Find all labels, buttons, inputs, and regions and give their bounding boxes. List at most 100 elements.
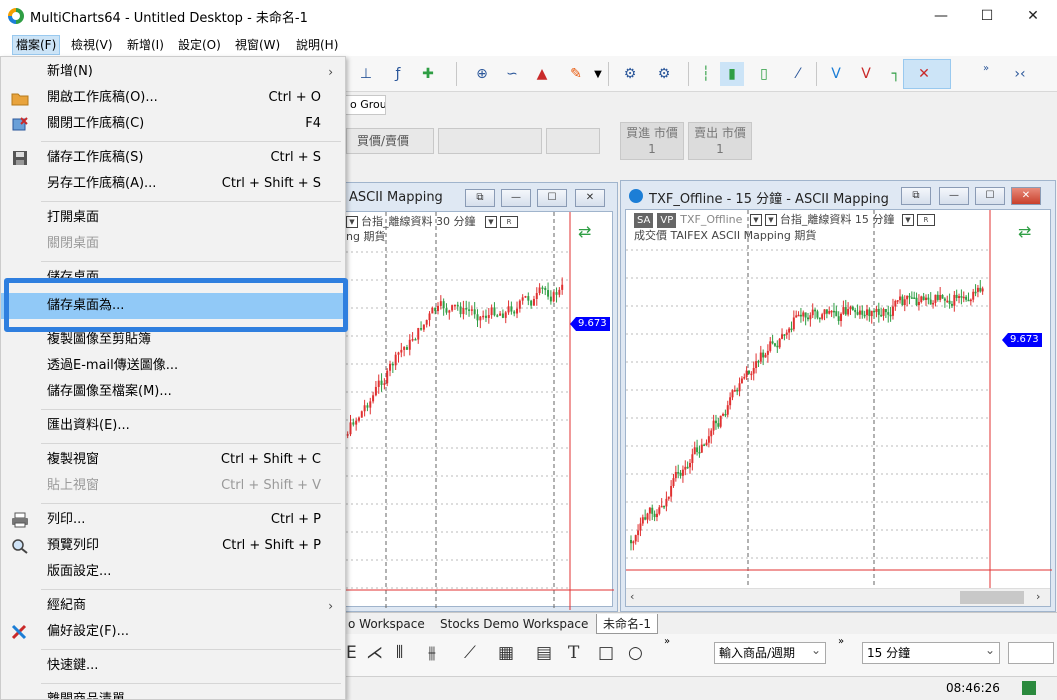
hollow-candle-icon[interactable]: ▯ <box>752 62 776 86</box>
chart-right-canvas[interactable] <box>626 210 1052 590</box>
menu-window[interactable]: 視窗(W) <box>232 35 283 55</box>
draw-fib-icon[interactable]: ⫵ <box>428 643 436 663</box>
buy-market-button[interactable]: 買進 市價 1 <box>620 122 684 160</box>
chart-right-price-tag: 9.673 <box>1002 333 1042 347</box>
bar-chart-icon[interactable]: ┆ <box>694 62 718 86</box>
menu-new[interactable]: 新增(N) › <box>1 59 345 85</box>
toolbar-overflow-icon[interactable]: » <box>664 636 670 647</box>
chart-right-close-button[interactable]: ✕ <box>1011 187 1041 205</box>
close-button[interactable]: ✕ <box>1010 0 1056 32</box>
chart-window-right[interactable]: TXF_Offline - 15 分鐘 - ASCII Mapping ⧉ — … <box>620 180 1056 612</box>
point-figure-icon[interactable]: V <box>824 62 848 86</box>
status-clock: 08:46:26 <box>946 681 1000 695</box>
menu-save-workspace-as[interactable]: 另存工作底稿(A)... Ctrl + Shift + S <box>1 171 345 197</box>
ellipse-tool-icon[interactable]: ○ <box>628 643 643 663</box>
formula-icon[interactable]: ƒ <box>386 62 410 86</box>
menu-view[interactable]: 檢視(V) <box>68 35 116 55</box>
insert-signal-icon[interactable]: ▲ <box>530 62 554 86</box>
chart-right-plot[interactable]: SA VP TXF_Offline ▼ ▼ 台指_離線資料 15 分鐘 ▼ R 成交價 T… <box>625 209 1052 607</box>
workspace-tab[interactable]: Stocks Demo Workspace <box>434 614 594 634</box>
chart-right-titlebar[interactable]: TXF_Offline - 15 分鐘 - ASCII Mapping ⧉ — … <box>621 181 1055 211</box>
arrows-collapse-icon[interactable]: ›‹ <box>1008 62 1032 86</box>
draw-e-icon[interactable]: E <box>346 643 357 663</box>
menu-close-desktop: 關閉桌面 <box>47 236 100 251</box>
sell-market-button[interactable]: 賣出 市價 1 <box>688 122 752 160</box>
menu-save-image-file[interactable]: 儲存圖像至檔案(M)... <box>1 379 345 405</box>
menu-insert[interactable]: 新增(I) <box>124 35 167 55</box>
menu-settings[interactable]: 設定(O) <box>175 35 224 55</box>
scroll-thumb[interactable] <box>960 591 1024 604</box>
kagi-icon[interactable]: V <box>854 62 878 86</box>
puzzle-icon[interactable]: ✚ <box>416 62 440 86</box>
scroll-right-icon[interactable]: › <box>1036 590 1040 603</box>
insert-study-icon[interactable]: ⊕ <box>470 62 494 86</box>
chart-analysis-icon[interactable]: ⊥ <box>354 62 378 86</box>
chart-right-hscrollbar[interactable]: ‹ › <box>626 588 1050 606</box>
submenu-arrow-icon: › <box>328 65 333 79</box>
chart-left-price-tag: 9.673 <box>570 317 610 331</box>
chart-left-minimize-button[interactable]: — <box>501 189 531 207</box>
menu-broker[interactable]: 經紀商 › <box>1 593 345 619</box>
chart-left-plot[interactable]: ▼ 台指_離線資料 30 分鐘 ▼ R ng 期貨 9.673 ⇄ <box>305 211 614 610</box>
interval-dropdown[interactable]: 15 分鐘 <box>862 640 1000 664</box>
draw-fan-icon[interactable]: ⋌ <box>366 643 383 663</box>
group-tab[interactable]: o Group <box>346 95 386 115</box>
chart-settings-icon[interactable]: ⚙ <box>652 62 676 86</box>
account-dropdown[interactable] <box>438 128 542 154</box>
toolbar-overflow-icon[interactable]: » <box>838 636 844 647</box>
workspace-tab-active[interactable]: 未命名-1 <box>596 614 658 634</box>
menu-email-image[interactable]: 透過E-mail傳送圖像... <box>1 353 345 379</box>
menu-save-workspace[interactable]: 儲存工作底稿(S) Ctrl + S <box>1 145 345 171</box>
draw-line-icon[interactable]: ⟋ <box>464 643 476 663</box>
qty-dropdown[interactable] <box>546 128 600 154</box>
chart-left-close-button[interactable]: ✕ <box>575 189 605 207</box>
chart-window-left[interactable]: ASCII Mapping ⧉ — ☐ ✕ ▼ 台指_離線資料 30 分鐘 ▼ R … <box>300 182 618 612</box>
chart-left-restore-button[interactable]: ⧉ <box>465 189 495 207</box>
insert-curve-icon[interactable]: ∽ <box>500 62 524 86</box>
pencil-icon[interactable]: ✎ <box>564 62 588 86</box>
trade-arrows-icon[interactable]: ⇄ <box>1018 222 1031 241</box>
menu-export-data[interactable]: 匯出資料(E)... <box>1 413 345 439</box>
menu-print[interactable]: 列印... Ctrl + P <box>1 507 345 533</box>
menu-paste-window: 貼上視窗 Ctrl + Shift + V <box>47 478 321 493</box>
menu-close-workspace[interactable]: 關閉工作底稿(C) F4 <box>1 111 345 137</box>
chart-right-restore-button[interactable]: ⧉ <box>901 187 931 205</box>
candlestick-icon[interactable]: ▮ <box>720 62 744 86</box>
menu-print-preview[interactable]: 預覽列印 Ctrl + Shift + P <box>1 533 345 559</box>
menu-preferences[interactable]: 偏好設定(F)... <box>1 619 345 645</box>
toolbar-overflow-icon[interactable]: » <box>974 56 998 80</box>
menu-help[interactable]: 說明(H) <box>293 35 341 55</box>
trade-arrows-icon[interactable]: ⇄ <box>578 222 591 241</box>
chart-left-title: ASCII Mapping <box>349 190 443 205</box>
chart-left-canvas[interactable] <box>306 212 614 610</box>
maximize-button[interactable]: ☐ <box>964 0 1010 32</box>
menu-page-setup[interactable]: 版面設定... <box>1 559 345 585</box>
xo-chart-icon[interactable]: ✕ <box>912 62 936 86</box>
scroll-left-icon[interactable]: ‹ <box>630 590 634 603</box>
folder-icon <box>11 90 29 106</box>
draw-grid-icon[interactable]: ▦ <box>498 643 514 663</box>
menu-open-workspace[interactable]: 開啟工作底稿(O)... Ctrl + O <box>1 85 345 111</box>
renko-icon[interactable]: ┐ <box>884 62 908 86</box>
minimize-button[interactable]: — <box>918 0 964 32</box>
menu-shortcuts[interactable]: 快速鍵... <box>1 653 345 679</box>
calculator-icon[interactable]: ▤ <box>536 643 552 663</box>
menu-open-desktop[interactable]: 打開桌面 <box>1 205 345 231</box>
chart-left-maximize-button[interactable]: ☐ <box>537 189 567 207</box>
chart-right-minimize-button[interactable]: — <box>939 187 969 205</box>
chart-right-maximize-button[interactable]: ☐ <box>975 187 1005 205</box>
rectangle-tool-icon[interactable]: □ <box>598 643 614 663</box>
chevron-down-icon[interactable]: ▼ <box>586 62 610 86</box>
symbol-input-dropdown[interactable]: 輸入商品/週期 <box>714 640 826 664</box>
workspace-tab[interactable]: o Workspace <box>342 614 431 634</box>
menu-exit-symbol-list[interactable]: 離開商品清單 <box>1 687 345 699</box>
chart-left-titlebar[interactable]: ASCII Mapping ⧉ — ☐ ✕ <box>301 183 617 213</box>
format-settings-icon[interactable]: ⚙ <box>618 62 642 86</box>
menu-file[interactable]: 檔案(F) <box>12 35 61 55</box>
draw-pitchfork-icon[interactable]: ⫴ <box>396 643 403 663</box>
extra-input[interactable] <box>1008 642 1054 664</box>
bid-ask-field[interactable]: 買價/賣價 <box>346 128 434 154</box>
menu-copy-window[interactable]: 複製視窗 Ctrl + Shift + C <box>1 447 345 473</box>
text-tool-icon[interactable]: T <box>568 643 579 663</box>
line-chart-icon[interactable]: ⁄ <box>786 62 810 86</box>
